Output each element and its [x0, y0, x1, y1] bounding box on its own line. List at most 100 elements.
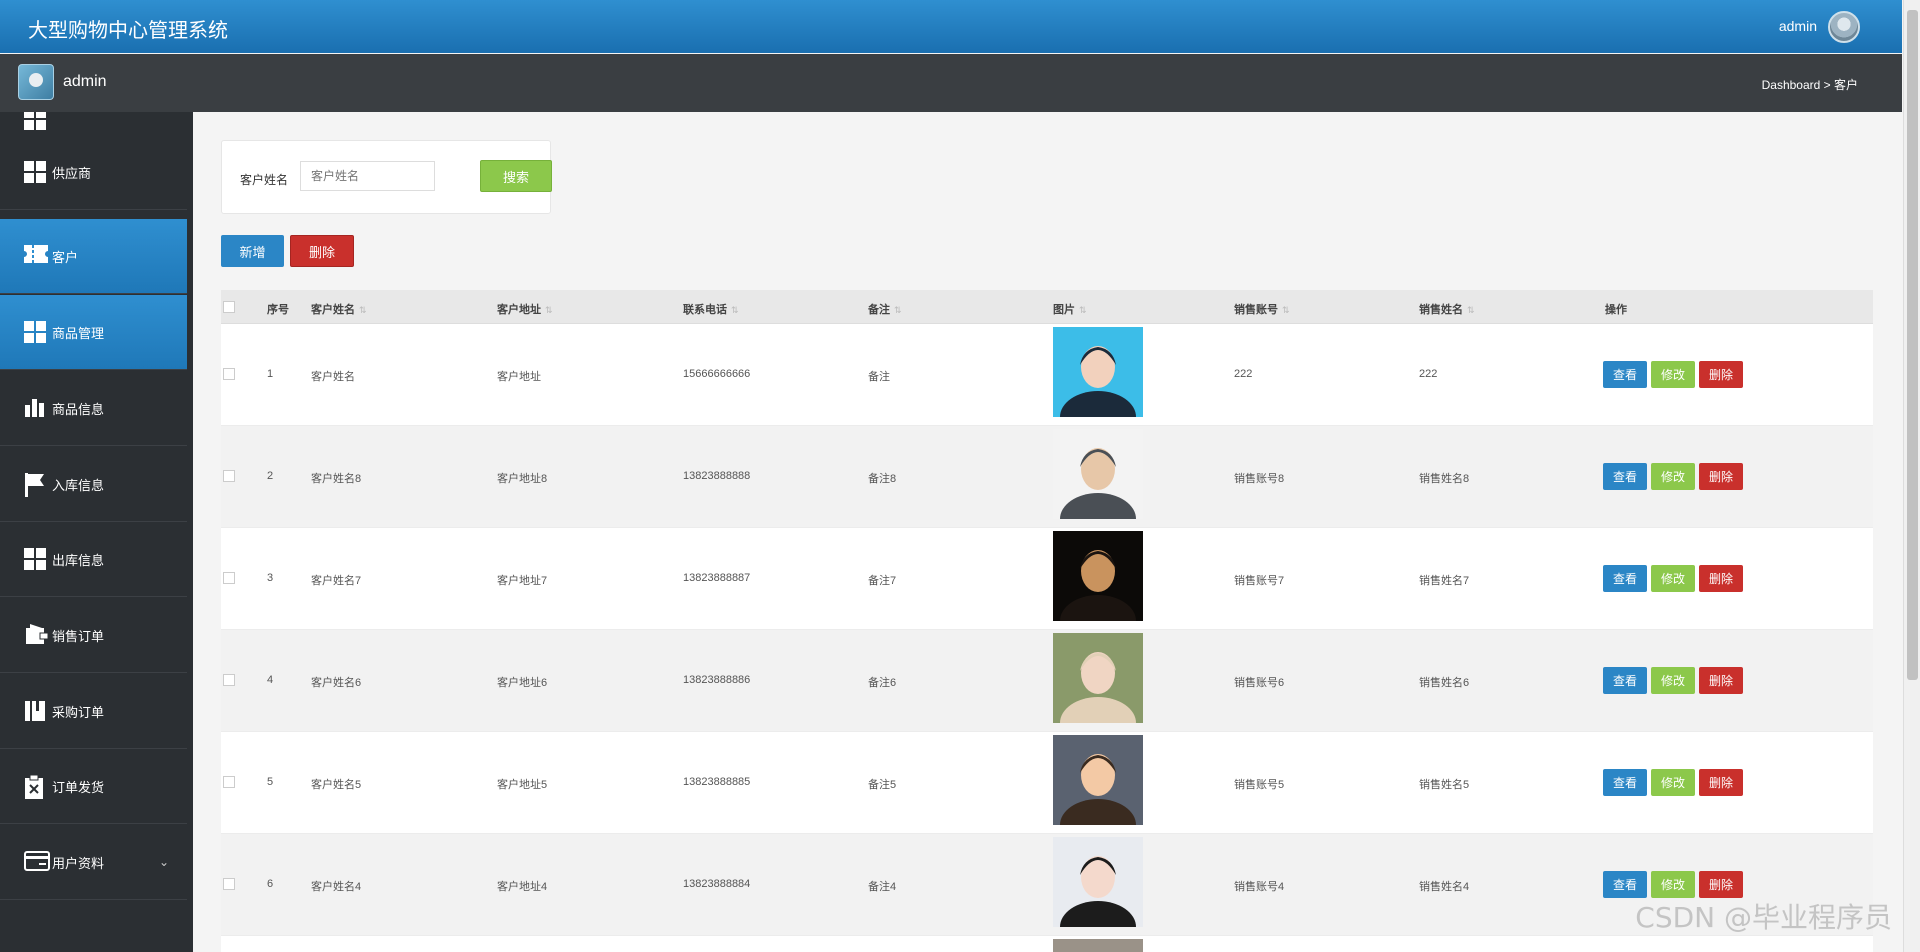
- view-button[interactable]: 查看: [1603, 667, 1647, 694]
- delete-button[interactable]: 删除: [1699, 769, 1743, 796]
- sidebar-item-product-manage[interactable]: 商品管理: [0, 295, 187, 370]
- sort-icon[interactable]: ⇅: [731, 305, 739, 315]
- table-body: 1 客户姓名 客户地址 15666666666 备注 222 222 查看 修改 删除 2 客户姓名8…: [221, 324, 1873, 952]
- view-button[interactable]: 查看: [1603, 871, 1647, 898]
- table-row[interactable]: 1 客户姓名 客户地址 15666666666 备注 222 222 查看 修改 删除: [221, 324, 1873, 443]
- table-header: 序号 客户姓名 ⇅ 客户地址 ⇅ 联系电话 ⇅ 备注 ⇅ 图片 ⇅ 销售账号 ⇅ 销售姓名 ⇅…: [221, 290, 1873, 324]
- edit-button[interactable]: 修改: [1651, 361, 1695, 388]
- cell-phone: 13823888886: [683, 674, 751, 686]
- table-row[interactable]: 4 客户姓名6 客户地址6 13823888886 备注6 销售账号6 销售姓名6 查看 修改删…: [221, 630, 1873, 749]
- view-button[interactable]: 查看: [1603, 361, 1647, 388]
- bulk-delete-button[interactable]: 删除: [290, 235, 354, 267]
- sort-icon[interactable]: ⇅: [359, 305, 367, 315]
- customer-photo[interactable]: [1053, 633, 1143, 749]
- cell-sales-account: 销售账号5: [1234, 779, 1285, 791]
- edit-button[interactable]: 修改: [1651, 463, 1695, 490]
- col-header-sales-account[interactable]: 销售账号 ⇅: [1234, 301, 1290, 317]
- sidebar-item-product-info[interactable]: 商品信息: [0, 371, 187, 446]
- col-header-address[interactable]: 客户地址 ⇅: [497, 301, 553, 317]
- chevron-down-icon[interactable]: ⌄: [159, 855, 169, 869]
- table-row[interactable]: 2 客户姓名8 客户地址8 13823888888 备注8 销售账号8 销售姓名8 查看 修改删…: [221, 426, 1873, 545]
- sidebar-item-customer[interactable]: 客户: [0, 219, 187, 294]
- cell-sales-name: 销售姓名5: [1419, 779, 1470, 791]
- cell-sales-account: 222: [1234, 368, 1253, 380]
- row-checkbox[interactable]: [223, 470, 235, 482]
- customer-photo[interactable]: [1053, 837, 1143, 952]
- table-row[interactable]: 3 客户姓名7 客户地址7 13823888887 备注7 销售账号7 销售姓名7 查看 修改删…: [221, 528, 1873, 647]
- sidebar-item-purchase-order[interactable]: 采购订单: [0, 674, 187, 749]
- cell-note: 备注8: [868, 473, 897, 485]
- customer-photo[interactable]: [1053, 429, 1143, 545]
- cell-phone: 15666666666: [683, 368, 751, 380]
- header-avatar[interactable]: [1828, 11, 1860, 43]
- view-button[interactable]: 查看: [1603, 565, 1647, 592]
- edit-button[interactable]: 修改: [1651, 667, 1695, 694]
- col-header-name[interactable]: 客户姓名 ⇅: [311, 301, 367, 317]
- customer-photo[interactable]: [1053, 327, 1143, 443]
- sort-icon[interactable]: ⇅: [1079, 305, 1087, 315]
- edit-button[interactable]: 修改: [1651, 769, 1695, 796]
- user-bar: admin Dashboard > 客户: [0, 54, 1902, 112]
- sort-icon[interactable]: ⇅: [1282, 305, 1290, 315]
- page-scrollbar[interactable]: [1903, 0, 1920, 952]
- sidebar-item-label: 销售订单: [52, 628, 105, 644]
- sort-icon[interactable]: ⇅: [1467, 305, 1475, 315]
- col-header-note[interactable]: 备注 ⇅: [868, 301, 902, 317]
- cell-note: 备注5: [868, 779, 897, 791]
- breadcrumb[interactable]: Dashboard > 客户: [1762, 76, 1858, 93]
- sidebar-item-stock-in[interactable]: 入库信息: [0, 447, 187, 522]
- cell-phone: 13823888887: [683, 572, 751, 584]
- view-button[interactable]: 查看: [1603, 463, 1647, 490]
- edit-button[interactable]: 修改: [1651, 871, 1695, 898]
- sort-icon[interactable]: ⇅: [545, 305, 553, 315]
- delete-button[interactable]: 删除: [1699, 667, 1743, 694]
- bar-chart-icon: [24, 397, 46, 419]
- row-checkbox[interactable]: [223, 674, 235, 686]
- col-header-image[interactable]: 图片 ⇅: [1053, 301, 1087, 317]
- delete-button[interactable]: 删除: [1699, 361, 1743, 388]
- customer-photo[interactable]: [1053, 939, 1143, 952]
- search-panel: 客户姓名 搜索: [221, 140, 552, 214]
- delete-button[interactable]: 删除: [1699, 565, 1743, 592]
- sort-icon[interactable]: ⇅: [894, 305, 902, 315]
- user-avatar: [18, 64, 54, 100]
- search-input[interactable]: [300, 161, 435, 191]
- table-row[interactable]: 5 客户姓名5 客户地址5 13823888885 备注5 销售账号5 销售姓名5 查看 修改删…: [221, 732, 1873, 851]
- sidebar-item-user-profile[interactable]: 用户资料 ⌄: [0, 825, 187, 900]
- col-header-address-label: 客户地址: [497, 304, 541, 316]
- row-checkbox[interactable]: [223, 368, 235, 380]
- add-button[interactable]: 新增: [221, 235, 284, 267]
- delete-button[interactable]: 删除: [1699, 463, 1743, 490]
- col-header-note-label: 备注: [868, 304, 890, 316]
- cell-name: 客户姓名6: [311, 677, 362, 689]
- grid-icon: [24, 112, 46, 130]
- sidebar-item-label: 用户资料: [52, 855, 105, 871]
- edit-button[interactable]: 修改: [1651, 565, 1695, 592]
- search-button[interactable]: 搜索: [480, 160, 552, 192]
- row-checkbox[interactable]: [223, 572, 235, 584]
- delete-button[interactable]: 删除: [1699, 871, 1743, 898]
- col-header-sales-name[interactable]: 销售姓名 ⇅: [1419, 301, 1475, 317]
- sidebar-item-label: 供应商: [52, 165, 92, 181]
- row-checkbox[interactable]: [223, 776, 235, 788]
- cell-phone: 13823888884: [683, 878, 751, 890]
- view-button[interactable]: 查看: [1603, 769, 1647, 796]
- cell-no: 6: [267, 878, 274, 890]
- cell-sales-name: 销售姓名7: [1419, 575, 1470, 587]
- customer-photo[interactable]: [1053, 531, 1143, 647]
- sidebar-item-order-ship[interactable]: 订单发货: [0, 749, 187, 824]
- cell-name: 客户姓名8: [311, 473, 362, 485]
- table-row[interactable]: [221, 936, 1873, 952]
- table-row[interactable]: 6 客户姓名4 客户地址4 13823888884 备注4 销售账号4 销售姓名4 查看 修改删…: [221, 834, 1873, 952]
- customer-photo[interactable]: [1053, 735, 1143, 851]
- header-username[interactable]: admin: [1779, 18, 1817, 34]
- sidebar-item-label: 商品管理: [52, 325, 105, 341]
- sidebar-item-supplier[interactable]: 供应商: [0, 135, 187, 210]
- col-header-phone[interactable]: 联系电话 ⇅: [683, 301, 739, 317]
- scrollbar-thumb[interactable]: [1907, 10, 1918, 680]
- sidebar-item-stock-out[interactable]: 出库信息: [0, 522, 187, 597]
- sidebar-item-sales-order[interactable]: 销售订单: [0, 598, 187, 673]
- select-all-checkbox[interactable]: [223, 301, 235, 313]
- row-checkbox[interactable]: [223, 878, 235, 890]
- watermark: CSDN @毕业程序员: [1635, 901, 1892, 934]
